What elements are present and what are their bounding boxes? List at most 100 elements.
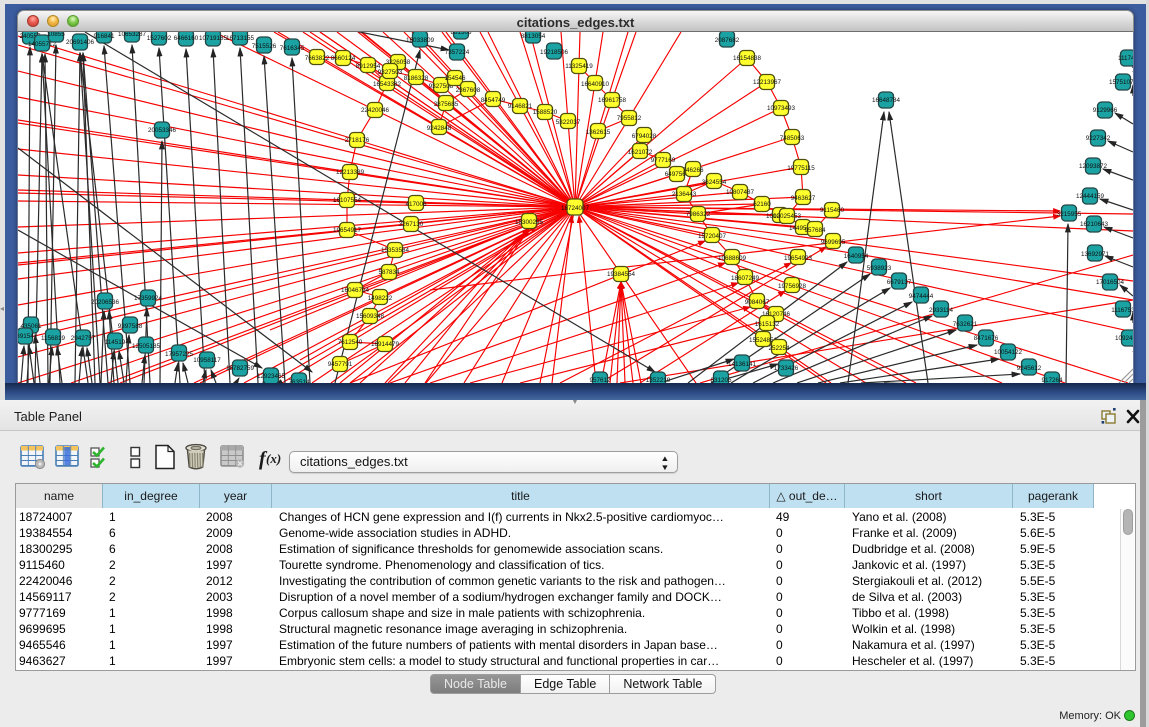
svg-text:17957225: 17957225 <box>165 351 194 358</box>
svg-text:12213967: 12213967 <box>753 79 782 86</box>
svg-text:16154838: 16154838 <box>733 55 762 62</box>
svg-text:7612540: 7612540 <box>338 339 363 346</box>
svg-text:7632621: 7632621 <box>953 321 978 328</box>
svg-text:1498222: 1498222 <box>368 295 393 302</box>
svg-text:22420046: 22420046 <box>361 107 390 114</box>
svg-text:881308: 881308 <box>450 32 472 36</box>
svg-text:10054122: 10054122 <box>994 349 1023 356</box>
svg-text:9146821: 9146821 <box>508 103 533 110</box>
svg-text:12093872: 12093872 <box>1079 163 1108 170</box>
svg-text:19384554: 19384554 <box>607 271 636 278</box>
svg-text:16961758: 16961758 <box>598 97 627 104</box>
svg-text:7955812: 7955812 <box>617 115 642 122</box>
svg-text:9327503: 9327503 <box>378 69 403 76</box>
svg-text:8660124: 8660124 <box>331 55 356 62</box>
svg-text:7485063: 7485063 <box>780 135 805 142</box>
svg-text:16648784: 16648784 <box>872 97 901 104</box>
svg-text:17359924: 17359924 <box>134 295 163 302</box>
svg-text:14136141: 14136141 <box>728 361 757 368</box>
svg-text:16033809: 16033809 <box>406 37 435 44</box>
svg-text:2718176: 2718176 <box>345 137 370 144</box>
svg-text:746266: 746266 <box>682 167 704 174</box>
svg-text:957684: 957684 <box>804 227 826 234</box>
svg-text:16210643: 16210643 <box>1080 221 1109 228</box>
svg-text:15720407: 15720407 <box>698 233 727 240</box>
svg-text:5322037: 5322037 <box>556 119 581 126</box>
svg-text:7515526: 7515526 <box>252 43 277 50</box>
svg-text:114519: 114519 <box>105 339 126 346</box>
svg-text:3624554: 3624554 <box>702 179 727 186</box>
svg-text:417006: 417006 <box>405 201 427 208</box>
svg-text:11325419: 11325419 <box>565 63 593 70</box>
svg-text:587834: 587834 <box>378 269 400 276</box>
svg-text:9463627: 9463627 <box>791 195 816 202</box>
svg-text:15609348: 15609348 <box>356 313 385 320</box>
svg-text:1588520: 1588520 <box>533 109 558 116</box>
svg-text:20206536: 20206536 <box>91 299 120 306</box>
svg-text:15353584: 15353584 <box>381 247 410 254</box>
svg-text:8813054: 8813054 <box>521 33 546 40</box>
svg-text:10973493: 10973493 <box>767 105 796 112</box>
svg-text:9777169: 9777169 <box>651 157 676 164</box>
svg-text:8186328: 8186328 <box>404 75 429 82</box>
svg-text:9242848: 9242848 <box>427 125 452 132</box>
svg-text:9457791: 9457791 <box>328 361 353 368</box>
svg-text:12213389: 12213389 <box>336 169 365 176</box>
svg-text:39154: 39154 <box>18 333 34 340</box>
svg-text:62160: 62160 <box>753 201 771 208</box>
svg-text:10958117: 10958117 <box>193 357 221 364</box>
svg-text:2933114: 2933114 <box>929 307 954 314</box>
svg-text:1362615: 1362615 <box>586 129 611 136</box>
svg-text:2087682: 2087682 <box>715 37 740 44</box>
svg-text:19218506: 19218506 <box>540 49 569 56</box>
svg-text:18724007: 18724007 <box>561 205 590 212</box>
svg-text:1640954: 1640954 <box>844 253 869 260</box>
svg-text:1621072: 1621072 <box>628 149 653 156</box>
svg-text:19756928: 19756928 <box>778 283 807 290</box>
svg-text:7986322: 7986322 <box>686 211 711 218</box>
svg-text:16713155: 16713155 <box>226 35 255 42</box>
svg-text:10855: 10855 <box>47 32 65 38</box>
svg-text:16914479: 16914479 <box>371 341 400 348</box>
svg-text:19654923: 19654923 <box>784 255 813 262</box>
svg-text:7616345: 7616345 <box>280 45 305 52</box>
svg-text:16107554: 16107554 <box>333 197 362 204</box>
svg-text:12505185: 12505185 <box>132 343 161 350</box>
svg-text:9474444: 9474444 <box>909 293 934 300</box>
svg-text:18300295: 18300295 <box>515 219 544 226</box>
svg-text:1156819: 1156819 <box>41 335 66 342</box>
svg-text:8471676: 8471676 <box>974 335 999 342</box>
svg-text:17016504: 17016504 <box>1096 279 1125 286</box>
svg-text:9084067: 9084067 <box>745 299 770 306</box>
svg-text:2136443: 2136443 <box>672 191 697 198</box>
svg-text:6466160: 6466160 <box>174 35 199 42</box>
svg-text:10924502: 10924502 <box>1115 335 1133 342</box>
svg-text:916841: 916841 <box>93 33 115 40</box>
svg-text:8454749: 8454749 <box>481 97 506 104</box>
svg-text:1527602: 1527602 <box>147 35 172 42</box>
svg-text:20053346: 20053346 <box>148 127 177 134</box>
svg-text:10025453: 10025453 <box>773 213 802 220</box>
svg-text:3215955: 3215955 <box>1057 211 1082 218</box>
svg-text:2367608: 2367608 <box>456 87 481 94</box>
svg-text:10719185: 10719185 <box>199 35 228 42</box>
svg-text:10653287: 10653287 <box>118 32 147 38</box>
svg-text:7663822: 7663822 <box>305 55 330 62</box>
svg-text:10688609: 10688609 <box>718 255 747 262</box>
svg-text:15751074: 15751074 <box>1109 79 1133 86</box>
svg-text:154546: 154546 <box>444 75 466 82</box>
svg-text:12444159: 12444159 <box>1076 193 1105 200</box>
svg-text:1733426: 1733426 <box>774 365 799 372</box>
svg-text:(x): (x) <box>266 451 281 466</box>
svg-text:5938923: 5938923 <box>867 265 892 272</box>
svg-text:7357224: 7357224 <box>445 49 470 56</box>
svg-text:20691406: 20691406 <box>66 39 95 46</box>
svg-text:19775115: 19775115 <box>787 165 815 172</box>
svg-text:3267130: 3267130 <box>399 221 424 228</box>
svg-text:18607249: 18607249 <box>731 275 760 282</box>
svg-text:16782759: 16782759 <box>226 365 255 372</box>
svg-text:16640910: 16640910 <box>581 81 610 88</box>
svg-text:111746: 111746 <box>1118 55 1133 62</box>
svg-text:6794028: 6794028 <box>632 133 657 140</box>
svg-text:9227342: 9227342 <box>1086 135 1111 142</box>
